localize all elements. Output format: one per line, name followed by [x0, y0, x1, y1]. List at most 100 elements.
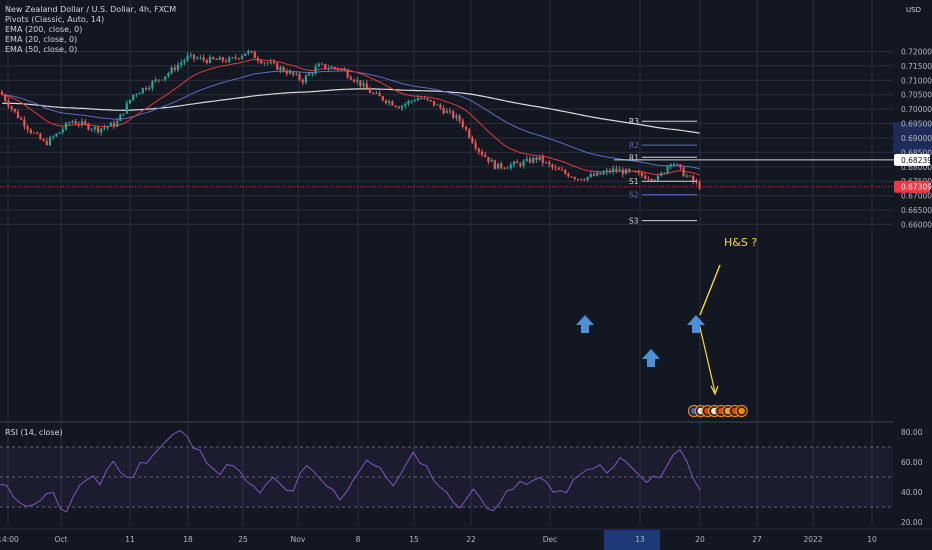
- candle-body[interactable]: [669, 164, 672, 167]
- candle-body[interactable]: [343, 68, 346, 71]
- candle-body[interactable]: [605, 170, 608, 173]
- candle-body[interactable]: [442, 108, 445, 114]
- candle-body[interactable]: [631, 170, 634, 172]
- candle-body[interactable]: [688, 175, 692, 177]
- candle-body[interactable]: [576, 178, 580, 180]
- currency-label[interactable]: USD: [906, 6, 921, 14]
- candle-body[interactable]: [538, 156, 541, 161]
- candle-body[interactable]: [176, 64, 180, 70]
- candle-body[interactable]: [199, 57, 202, 59]
- candle-body[interactable]: [423, 98, 426, 100]
- candle-body[interactable]: [416, 98, 420, 101]
- candle-body[interactable]: [327, 68, 330, 70]
- candle-body[interactable]: [548, 162, 551, 165]
- candle-body[interactable]: [266, 62, 269, 64]
- candle-body[interactable]: [157, 79, 160, 81]
- candle-body[interactable]: [285, 71, 288, 74]
- candle-body[interactable]: [468, 129, 471, 138]
- candle-body[interactable]: [154, 79, 157, 82]
- candle-body[interactable]: [330, 66, 333, 69]
- candle-body[interactable]: [368, 88, 372, 93]
- candle-body[interactable]: [122, 113, 125, 115]
- candle-body[interactable]: [186, 55, 189, 61]
- candle-body[interactable]: [234, 57, 237, 59]
- candle-body[interactable]: [218, 57, 221, 60]
- candle-body[interactable]: [320, 63, 324, 65]
- candle-body[interactable]: [567, 173, 570, 177]
- chart-canvas[interactable]: R3 R2 R1 S1 S2 S3 0.72000 0.71500 0.71000 0.7050…: [0, 0, 932, 550]
- candle-body[interactable]: [148, 87, 151, 90]
- candle-body[interactable]: [13, 108, 16, 112]
- candle-body[interactable]: [413, 100, 416, 102]
- candle-body[interactable]: [496, 163, 500, 169]
- candle-body[interactable]: [621, 169, 624, 175]
- candle-body[interactable]: [272, 62, 276, 64]
- candle-body[interactable]: [685, 175, 688, 177]
- candle-body[interactable]: [10, 106, 13, 109]
- candle-body[interactable]: [253, 51, 256, 59]
- candle-body[interactable]: [516, 161, 519, 164]
- candle-body[interactable]: [221, 57, 224, 61]
- price-axis[interactable]: 0.72000 0.71500 0.71000 0.70500 0.70000 0.695…: [894, 0, 932, 527]
- candle-body[interactable]: [45, 140, 48, 146]
- candle-body[interactable]: [592, 174, 596, 176]
- candle-body[interactable]: [324, 63, 327, 69]
- candle-body[interactable]: [317, 63, 320, 67]
- candle-body[interactable]: [90, 129, 93, 131]
- candle-body[interactable]: [333, 66, 336, 69]
- candle-body[interactable]: [394, 105, 397, 107]
- candle-body[interactable]: [362, 83, 365, 87]
- candle-body[interactable]: [29, 129, 32, 133]
- candle-body[interactable]: [260, 60, 263, 64]
- candle-body[interactable]: [519, 163, 522, 167]
- candle-body[interactable]: [125, 103, 128, 114]
- candle-body[interactable]: [391, 101, 394, 106]
- candle-body[interactable]: [400, 105, 404, 109]
- candle-body[interactable]: [660, 172, 663, 176]
- candle-body[interactable]: [180, 62, 183, 65]
- candle-body[interactable]: [276, 63, 279, 70]
- candle-body[interactable]: [237, 58, 240, 60]
- candle-body[interactable]: [224, 60, 228, 62]
- candle-body[interactable]: [7, 100, 10, 107]
- candle-body[interactable]: [676, 163, 679, 165]
- candle-body[interactable]: [634, 170, 637, 173]
- candle-body[interactable]: [141, 87, 144, 93]
- candle-body[interactable]: [282, 67, 285, 72]
- candle-body[interactable]: [426, 98, 429, 100]
- candle-body[interactable]: [96, 126, 100, 133]
- candle-body[interactable]: [464, 126, 468, 130]
- candle-body[interactable]: [112, 122, 116, 127]
- candle-body[interactable]: [544, 162, 548, 163]
- candle-body[interactable]: [503, 167, 506, 169]
- economic-events-row[interactable]: [687, 404, 748, 418]
- candle-body[interactable]: [535, 157, 538, 161]
- candle-body[interactable]: [608, 170, 612, 173]
- candle-body[interactable]: [336, 68, 340, 70]
- candle-body[interactable]: [458, 115, 461, 121]
- candle-body[interactable]: [525, 158, 528, 161]
- candle-body[interactable]: [474, 142, 477, 149]
- candle-body[interactable]: [349, 77, 352, 80]
- candle-body[interactable]: [439, 104, 442, 109]
- candle-body[interactable]: [116, 120, 119, 127]
- candle-body[interactable]: [144, 87, 148, 90]
- candle-body[interactable]: [455, 115, 458, 118]
- candle-body[interactable]: [106, 126, 109, 128]
- candle-body[interactable]: [42, 139, 45, 141]
- candle-body[interactable]: [256, 58, 260, 61]
- candle-body[interactable]: [263, 62, 266, 64]
- candle-body[interactable]: [84, 121, 87, 124]
- candle-body[interactable]: [589, 174, 592, 177]
- candle-body[interactable]: [132, 94, 135, 100]
- candle-body[interactable]: [583, 179, 586, 181]
- candle-body[interactable]: [356, 80, 359, 82]
- candle-body[interactable]: [388, 101, 391, 103]
- time-axis[interactable]: 14:00 Oct 11 18 25 Nov 8 15 22 Dec 13 20 27 2022 10: [0, 528, 932, 550]
- candle-body[interactable]: [445, 110, 448, 114]
- candle-body[interactable]: [554, 167, 557, 169]
- ema50-legend[interactable]: EMA (50, close, 0): [5, 45, 176, 55]
- candle-body[interactable]: [308, 73, 311, 76]
- candle-body[interactable]: [372, 92, 375, 94]
- candle-body[interactable]: [228, 57, 231, 62]
